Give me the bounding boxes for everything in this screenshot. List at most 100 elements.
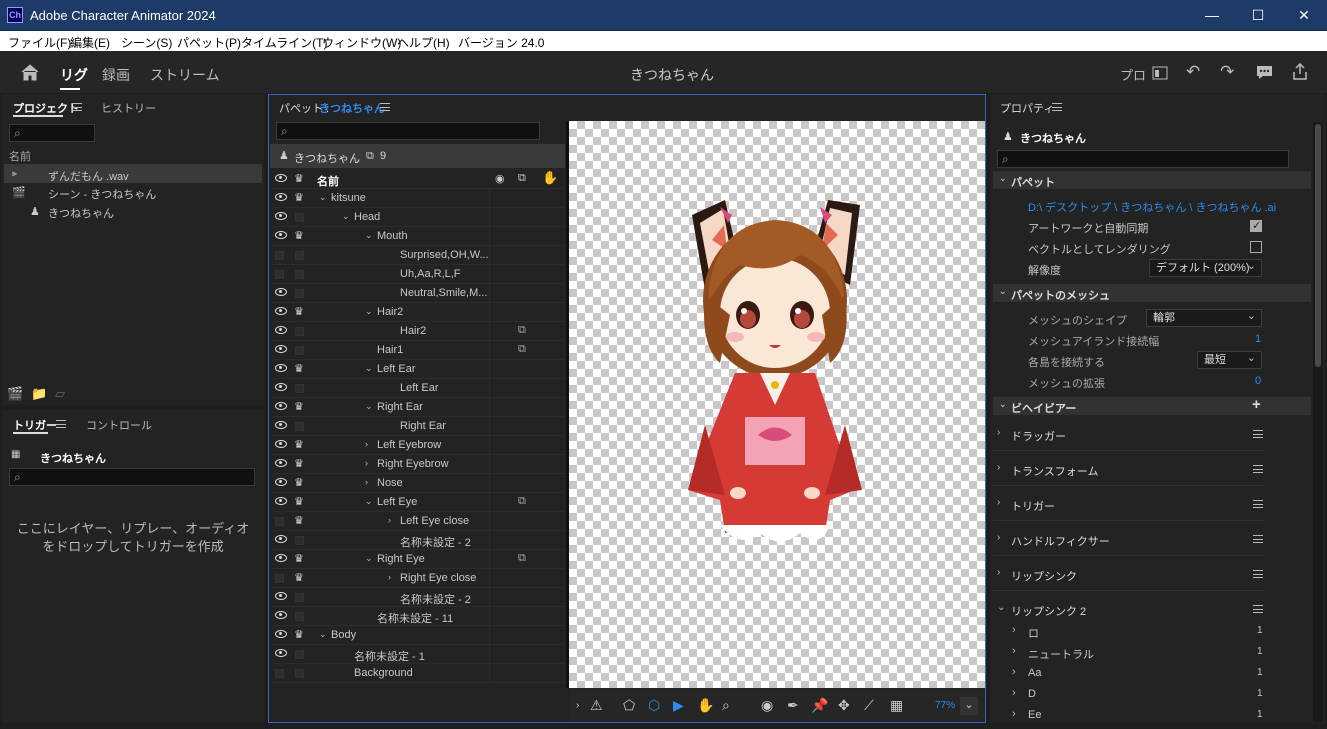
crown-icon[interactable]: ♛	[294, 307, 304, 318]
eye-icon[interactable]	[275, 421, 287, 429]
stick-icon[interactable]: ⟋	[864, 697, 874, 714]
viseme-value[interactable]: 1	[1257, 667, 1263, 678]
crown-icon[interactable]: ♛	[294, 630, 304, 641]
viseme-value[interactable]: 1	[1257, 625, 1263, 636]
eye-icon[interactable]	[275, 459, 287, 467]
project-item-scene[interactable]: シーン - きつねちゃん	[48, 186, 156, 202]
layer-row[interactable]: ♛ › Nose	[271, 474, 565, 493]
island-value[interactable]: 1	[1255, 333, 1261, 345]
layer-row[interactable]: Hair1 ⧉	[271, 341, 565, 360]
freeform-icon[interactable]: ⬡	[648, 697, 660, 714]
eye-icon[interactable]	[275, 402, 287, 410]
independent-toggle[interactable]	[295, 593, 304, 602]
layer-row[interactable]: Right Ear	[271, 417, 565, 436]
project-search-input[interactable]: ⌕	[9, 124, 95, 142]
crown-icon[interactable]: ♛	[294, 440, 304, 451]
close-button[interactable]: ✕	[1281, 0, 1327, 31]
redo-icon[interactable]: ↷	[1220, 62, 1234, 82]
behavior-menu-icon[interactable]	[1253, 570, 1263, 578]
independent-toggle[interactable]	[295, 346, 304, 355]
viseme-value[interactable]: 1	[1257, 688, 1263, 699]
layer-row[interactable]: Hair2 ⧉	[271, 322, 565, 341]
tag-icon[interactable]: ⧉	[518, 324, 526, 337]
layer-row[interactable]: ♛ ⌄ Right Eye ⧉	[271, 550, 565, 569]
independent-toggle[interactable]	[295, 612, 304, 621]
viseme-value[interactable]: 1	[1257, 646, 1263, 657]
visibility-toggle[interactable]	[275, 517, 284, 526]
resolution-dropdown[interactable]: デフォルト (200%)	[1149, 258, 1262, 277]
chevron-down-icon[interactable]: ⌄	[365, 553, 373, 564]
crown-icon[interactable]: ♛	[294, 459, 304, 470]
layer-row[interactable]: ♛ ⌄ Right Ear	[271, 398, 565, 417]
eye-icon[interactable]	[275, 383, 287, 391]
pin-icon[interactable]: 📌	[811, 697, 828, 714]
layer-row[interactable]: Surprised,OH,W...	[271, 246, 565, 265]
sync-checkbox[interactable]: ✓	[1250, 220, 1262, 232]
crown-icon[interactable]: ♛	[294, 516, 304, 527]
visibility-toggle[interactable]	[275, 574, 284, 583]
mesh-shape-dropdown[interactable]: 輪郭	[1146, 308, 1262, 327]
eye-icon[interactable]	[275, 592, 287, 600]
mesh-icon[interactable]: ⬠	[623, 697, 635, 714]
independent-toggle[interactable]	[295, 289, 304, 298]
layer-row[interactable]: Uh,Aa,R,L,F	[271, 265, 565, 284]
layer-row[interactable]: 名称未設定 - 2	[271, 588, 565, 607]
select-icon[interactable]: ▶	[673, 697, 684, 714]
chevron-right-icon[interactable]: ›	[365, 477, 368, 487]
menu-puppet[interactable]: パペット(P)	[177, 34, 241, 51]
tab-rig[interactable]: リグ	[60, 65, 88, 85]
zoom-icon[interactable]: ⌕	[722, 697, 730, 714]
eye-icon[interactable]	[275, 307, 287, 315]
eye-icon[interactable]	[275, 630, 287, 638]
pen-icon[interactable]: ✒	[787, 697, 799, 714]
layer-search-input[interactable]: ⌕	[276, 122, 540, 140]
behavior-row[interactable]: › ハンドルフィクサー	[993, 521, 1265, 556]
chevron-right-icon[interactable]: ›	[1012, 666, 1016, 678]
properties-menu-icon[interactable]	[1052, 103, 1062, 111]
eye-icon[interactable]	[275, 554, 287, 562]
crown-icon[interactable]: ♛	[294, 174, 304, 185]
eye-icon[interactable]	[275, 364, 287, 372]
share-icon[interactable]	[1292, 63, 1308, 80]
zoom-dropdown-icon[interactable]: ⌄	[960, 697, 978, 715]
crown-icon[interactable]: ♛	[294, 364, 304, 375]
tag-column-icon[interactable]: ⧉	[518, 172, 526, 185]
lipsync-item[interactable]: › ロ 1	[1008, 624, 1270, 645]
section-puppet[interactable]: ⌄ パペット	[993, 171, 1311, 189]
layer-row[interactable]: ♛ › Left Eye close	[271, 512, 565, 531]
layer-row[interactable]: ♛ ⌄ Mouth	[271, 227, 565, 246]
layer-row[interactable]: 名称未設定 - 2	[271, 531, 565, 550]
eye-icon[interactable]	[275, 440, 287, 448]
new-scene-icon[interactable]: 🎬	[7, 386, 23, 402]
layer-row[interactable]: ♛ ⌄ Body	[271, 626, 565, 645]
behavior-row[interactable]: › トランスフォーム	[993, 451, 1265, 486]
eye-icon[interactable]	[275, 288, 287, 296]
layer-row[interactable]: 名称未設定 - 1	[271, 645, 565, 664]
crown-icon[interactable]: ♛	[294, 573, 304, 584]
eye-icon[interactable]	[275, 193, 287, 201]
eye-icon[interactable]	[275, 497, 287, 505]
crown-icon[interactable]: ♛	[294, 402, 304, 413]
chevron-down-icon[interactable]: ⌄	[365, 496, 373, 507]
independent-toggle[interactable]	[295, 270, 304, 279]
minimize-button[interactable]: —	[1189, 0, 1235, 31]
puppet-artwork[interactable]	[680, 195, 875, 550]
hand-tool-icon[interactable]: ✋	[697, 697, 714, 714]
chevron-right-icon[interactable]: ›	[365, 439, 368, 449]
layer-row[interactable]: 名称未設定 - 11	[271, 607, 565, 626]
tag-icon[interactable]: ⧉	[518, 495, 526, 508]
layer-row[interactable]: Neutral,Smile,M...	[271, 284, 565, 303]
crown-icon[interactable]: ♛	[294, 193, 304, 204]
behavior-menu-icon[interactable]	[1253, 500, 1263, 508]
menu-window[interactable]: ウィンドウ(W)	[322, 34, 401, 51]
eye-icon[interactable]	[275, 345, 287, 353]
origin-icon[interactable]: ◉	[761, 697, 773, 714]
layer-row[interactable]: ⌄ Head	[271, 208, 565, 227]
eye-icon[interactable]	[275, 649, 287, 657]
chevron-right-icon[interactable]: ›	[388, 515, 391, 525]
independent-toggle[interactable]	[295, 669, 304, 678]
behavior-menu-icon[interactable]	[1253, 430, 1263, 438]
layer-row[interactable]: Background	[271, 664, 565, 683]
target-icon[interactable]: ◉	[495, 172, 505, 185]
expand-value[interactable]: 0	[1255, 375, 1261, 387]
